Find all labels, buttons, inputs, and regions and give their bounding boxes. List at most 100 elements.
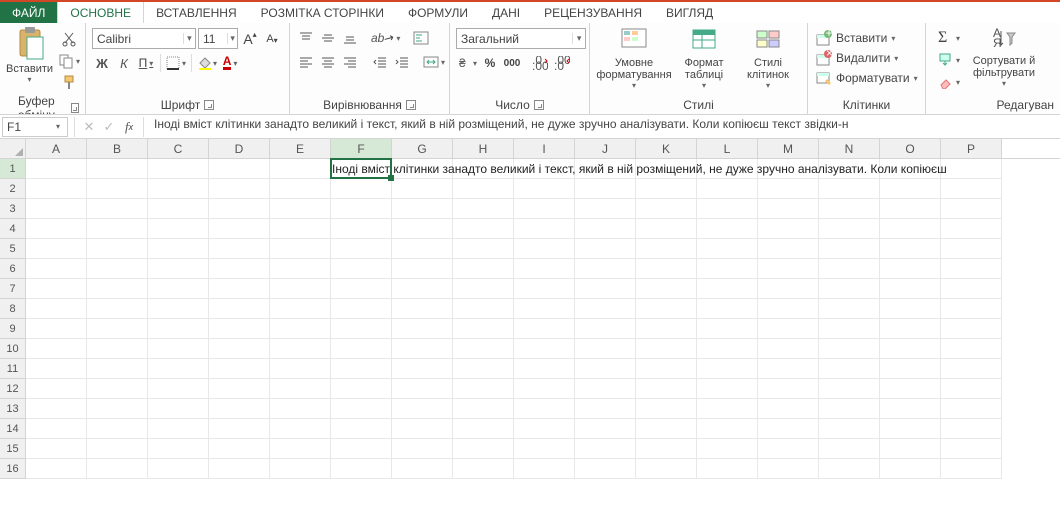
increase-indent-button[interactable] — [392, 52, 412, 72]
cell[interactable] — [819, 279, 880, 299]
cell[interactable] — [87, 239, 148, 259]
row-header[interactable]: 12 — [0, 379, 26, 399]
cell[interactable] — [880, 399, 941, 419]
cell[interactable] — [941, 419, 1002, 439]
cell[interactable] — [941, 219, 1002, 239]
cell[interactable] — [575, 219, 636, 239]
cell[interactable] — [392, 359, 453, 379]
cell[interactable] — [148, 319, 209, 339]
cell[interactable] — [697, 299, 758, 319]
row-header[interactable]: 14 — [0, 419, 26, 439]
align-top-button[interactable] — [296, 28, 316, 48]
underline-button[interactable]: П▾ — [136, 53, 156, 73]
cell[interactable] — [270, 179, 331, 199]
cell[interactable] — [209, 459, 270, 479]
column-header[interactable]: P — [941, 139, 1002, 158]
cell[interactable] — [148, 359, 209, 379]
cell[interactable] — [880, 279, 941, 299]
cell[interactable] — [148, 239, 209, 259]
cell[interactable] — [148, 259, 209, 279]
italic-button[interactable]: К — [114, 53, 134, 73]
cell[interactable] — [941, 359, 1002, 379]
font-name-combo[interactable]: ▾ — [92, 28, 196, 49]
cell[interactable] — [453, 199, 514, 219]
column-header[interactable]: D — [209, 139, 270, 158]
cell[interactable] — [575, 199, 636, 219]
cell[interactable] — [392, 339, 453, 359]
cell[interactable] — [514, 239, 575, 259]
bold-button[interactable]: Ж — [92, 53, 112, 73]
cell[interactable] — [636, 239, 697, 259]
cell[interactable] — [87, 359, 148, 379]
fill-button[interactable]: ▾ — [936, 50, 962, 70]
cell[interactable] — [636, 179, 697, 199]
cell[interactable] — [880, 319, 941, 339]
cell[interactable] — [819, 199, 880, 219]
column-header[interactable]: L — [697, 139, 758, 158]
cell[interactable] — [880, 239, 941, 259]
cell[interactable] — [148, 419, 209, 439]
cell[interactable] — [270, 219, 331, 239]
cell[interactable] — [636, 259, 697, 279]
cell[interactable] — [270, 419, 331, 439]
cell[interactable] — [941, 179, 1002, 199]
cell[interactable] — [758, 439, 819, 459]
cell[interactable] — [209, 339, 270, 359]
wrap-text-button[interactable] — [411, 28, 431, 48]
cell[interactable] — [148, 179, 209, 199]
font-color-button[interactable]: A▾ — [220, 53, 240, 73]
cell[interactable] — [758, 459, 819, 479]
column-header[interactable]: E — [270, 139, 331, 158]
cell[interactable] — [392, 239, 453, 259]
cell[interactable] — [819, 379, 880, 399]
cell[interactable] — [331, 359, 392, 379]
cell[interactable] — [270, 339, 331, 359]
decrease-font-button[interactable]: A▾ — [262, 29, 282, 49]
cell[interactable] — [941, 399, 1002, 419]
cell[interactable] — [87, 159, 148, 179]
cell[interactable] — [697, 259, 758, 279]
cell[interactable] — [819, 359, 880, 379]
cell[interactable] — [331, 179, 392, 199]
cell[interactable] — [819, 239, 880, 259]
column-header[interactable]: B — [87, 139, 148, 158]
row-header[interactable]: 13 — [0, 399, 26, 419]
cell[interactable] — [209, 419, 270, 439]
cell[interactable] — [148, 299, 209, 319]
column-header[interactable]: F — [331, 139, 392, 158]
cell[interactable] — [270, 319, 331, 339]
cell[interactable] — [209, 159, 270, 179]
cell[interactable] — [941, 319, 1002, 339]
cell[interactable] — [331, 219, 392, 239]
font-dialog-launcher[interactable] — [204, 100, 214, 110]
cell[interactable] — [636, 279, 697, 299]
percent-button[interactable]: % — [480, 53, 500, 73]
cell[interactable] — [636, 339, 697, 359]
cell[interactable] — [514, 319, 575, 339]
row-header[interactable]: 4 — [0, 219, 26, 239]
cell[interactable] — [575, 439, 636, 459]
cell[interactable] — [453, 439, 514, 459]
cell[interactable] — [209, 379, 270, 399]
cell[interactable] — [819, 219, 880, 239]
cell[interactable] — [575, 379, 636, 399]
cell[interactable] — [26, 319, 87, 339]
cell[interactable] — [392, 419, 453, 439]
cell[interactable] — [26, 359, 87, 379]
cut-button[interactable] — [57, 29, 81, 49]
tab-view[interactable]: ВИГЛЯД — [654, 2, 725, 23]
cell[interactable] — [209, 359, 270, 379]
cell[interactable] — [331, 399, 392, 419]
cell[interactable] — [514, 179, 575, 199]
cell[interactable] — [880, 179, 941, 199]
row-header[interactable]: 1 — [0, 159, 26, 179]
cell[interactable] — [209, 219, 270, 239]
cell[interactable] — [697, 319, 758, 339]
cell[interactable] — [697, 179, 758, 199]
cell[interactable] — [575, 319, 636, 339]
cell[interactable] — [575, 279, 636, 299]
cell[interactable] — [453, 359, 514, 379]
cell[interactable] — [697, 399, 758, 419]
border-button[interactable]: ▾ — [165, 53, 187, 73]
comma-button[interactable]: 000 — [502, 53, 522, 73]
